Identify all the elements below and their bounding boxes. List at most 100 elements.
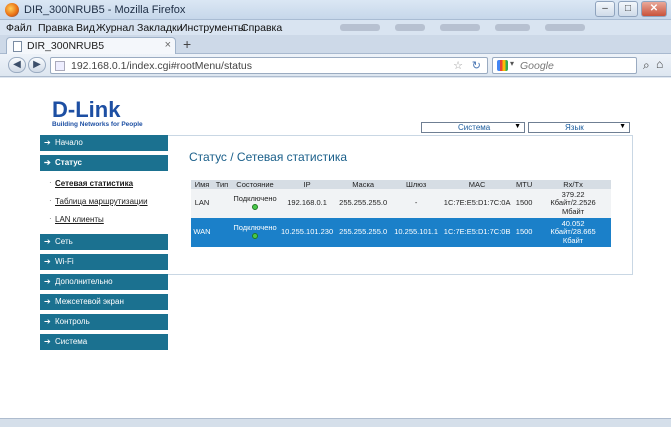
window-titlebar: DIR_300NRUB5 - Mozilla Firefox – □ ✕ [0, 0, 671, 20]
brand-name: D-Link [52, 97, 121, 122]
blurred-area [545, 24, 585, 31]
table-row-lan[interactable]: LAN Подключено 192.168.0.1 255.255.255.0… [191, 189, 611, 218]
sidebar-subitem-network-stats[interactable]: · Сетевая статистика [40, 175, 168, 193]
back-button[interactable]: ◀ [8, 57, 26, 73]
sidebar-subitem-label[interactable]: Таблица маршрутизации [55, 197, 148, 206]
cell-type [213, 189, 231, 218]
sidebar-item-label: Межсетевой экран [55, 297, 124, 306]
bullet-icon: · [49, 214, 52, 223]
sidebar-item-firewall[interactable]: ➔ Межсетевой экран [40, 294, 168, 310]
url-text[interactable]: 192.168.0.1/index.cgi#rootMenu/status [71, 60, 252, 72]
column-header: Rx/Tx [535, 180, 611, 189]
sidebar-item-wifi[interactable]: ➔ Wi-Fi [40, 254, 168, 270]
sidebar-item-network[interactable]: ➔ Сеть [40, 234, 168, 250]
sidebar-item-system[interactable]: ➔ Система [40, 334, 168, 350]
maximize-button[interactable]: □ [618, 1, 638, 17]
sidebar-item-label: Дополнительно [55, 277, 113, 286]
cell-mask: 255.255.255.0 [335, 189, 392, 218]
google-logo-icon[interactable] [497, 60, 508, 71]
sidebar-item-label: Wi-Fi [55, 257, 74, 266]
sidebar-item-label: Сеть [55, 237, 73, 246]
chevron-right-icon: ➔ [44, 138, 51, 147]
tab-close-icon[interactable]: × [165, 39, 171, 51]
menu-history[interactable]: Журнал [96, 22, 134, 34]
bookmark-star-icon[interactable]: ☆ [453, 59, 463, 72]
home-icon[interactable]: ⌂ [656, 57, 663, 71]
chevron-right-icon: ➔ [44, 337, 51, 346]
menu-tools[interactable]: Инструменты [180, 22, 245, 34]
cell-mask: 255.255.255.0 [335, 218, 392, 247]
cell-mac: 1C:7E:E5:D1:7C:0A [441, 189, 514, 218]
status-led-icon [252, 204, 258, 210]
firefox-icon [5, 3, 19, 17]
dlink-logo: D-Link Building Networks for People [52, 97, 143, 128]
sidebar-item-label: Система [55, 337, 88, 346]
brand-tagline: Building Networks for People [52, 121, 143, 128]
cell-ip: 192.168.0.1 [279, 189, 336, 218]
blurred-area [395, 24, 425, 31]
cell-type [213, 218, 231, 247]
sidebar-subitem-lan-clients[interactable]: · LAN клиенты [40, 211, 168, 229]
column-header: Маска [335, 180, 392, 189]
state-label: Подключено [233, 222, 277, 232]
sidebar-subitem-label[interactable]: Сетевая статистика [55, 179, 133, 188]
close-button[interactable]: ✕ [641, 1, 667, 17]
menu-bar: Файл Правка Вид Журнал Закладки Инструме… [0, 20, 671, 35]
sidebar-subitem-label[interactable]: LAN клиенты [55, 215, 104, 224]
status-bar [0, 418, 671, 427]
bullet-icon: · [49, 178, 52, 187]
search-icon[interactable]: ⌕ [643, 58, 650, 73]
minimize-button[interactable]: – [595, 1, 615, 17]
tab-router[interactable]: DIR_300NRUB5 × [6, 37, 176, 55]
menu-edit[interactable]: Правка [38, 22, 73, 34]
forward-button[interactable]: ▶ [28, 57, 46, 73]
menu-file[interactable]: Файл [6, 22, 32, 34]
bullet-icon: · [49, 196, 52, 205]
rxtx-line: Мбайт [561, 206, 585, 216]
sidebar-item-label: Контроль [55, 317, 90, 326]
cell-state: Подключено [231, 218, 279, 247]
column-header: MTU [513, 180, 536, 189]
column-header: Состояние [231, 180, 279, 189]
sidebar-item-home[interactable]: ➔ Начало [40, 135, 168, 151]
sidebar-item-control[interactable]: ➔ Контроль [40, 314, 168, 330]
menu-view[interactable]: Вид [76, 22, 95, 34]
search-placeholder[interactable]: Google [520, 60, 554, 72]
tab-bar: DIR_300NRUB5 × + [0, 35, 671, 55]
chevron-right-icon: ➔ [44, 277, 51, 286]
sidebar-item-advanced[interactable]: ➔ Дополнительно [40, 274, 168, 290]
cell-rxtx: 379.22 Кбайт/2.2526 Мбайт [535, 189, 611, 218]
search-bar[interactable]: ▾ Google [492, 57, 637, 74]
reload-icon[interactable]: ↻ [472, 59, 481, 72]
cell-name: WAN [191, 218, 213, 247]
language-select[interactable]: Язык ▼ [528, 122, 630, 133]
language-select-label: Язык [565, 123, 584, 132]
network-stats-table: Имя Тип Состояние IP Маска Шлюз MAC MTU … [191, 180, 611, 247]
column-header: Тип [213, 180, 231, 189]
page-title: Статус / Сетевая статистика [189, 150, 348, 164]
search-engine-chevron-down-icon[interactable]: ▾ [510, 59, 514, 68]
navigation-bar: ◀ ▶ 192.168.0.1/index.cgi#rootMenu/statu… [0, 54, 671, 77]
page-icon [13, 41, 22, 52]
table-row-wan[interactable]: WAN Подключено 10.255.101.230 255.255.25… [191, 218, 611, 247]
system-select[interactable]: Система ▼ [421, 122, 525, 133]
sidebar-subitem-routing-table[interactable]: · Таблица маршрутизации [40, 193, 168, 211]
chevron-right-icon: ➔ [44, 297, 51, 306]
sidebar-item-label: Начало [55, 138, 83, 147]
status-led-icon [252, 233, 258, 239]
cell-mac: 1C:7E:E5:D1:7C:0B [441, 218, 514, 247]
site-identity-icon [55, 61, 65, 71]
new-tab-button[interactable]: + [183, 36, 191, 52]
menu-help[interactable]: Справка [241, 22, 282, 34]
blurred-area [495, 24, 530, 31]
sidebar-item-status[interactable]: ➔ Статус [40, 155, 168, 171]
cell-name: LAN [191, 189, 213, 218]
menu-bookmarks[interactable]: Закладки [137, 22, 182, 34]
sidebar-item-label: Статус [55, 158, 82, 167]
chevron-down-icon: ▼ [514, 123, 521, 130]
table-header-row: Имя Тип Состояние IP Маска Шлюз MAC MTU … [191, 180, 611, 189]
window-title: DIR_300NRUB5 - Mozilla Firefox [24, 4, 186, 16]
cell-mtu: 1500 [513, 218, 536, 247]
url-bar[interactable]: 192.168.0.1/index.cgi#rootMenu/status ☆ … [50, 57, 488, 74]
cell-gateway: 10.255.101.1 [391, 218, 442, 247]
